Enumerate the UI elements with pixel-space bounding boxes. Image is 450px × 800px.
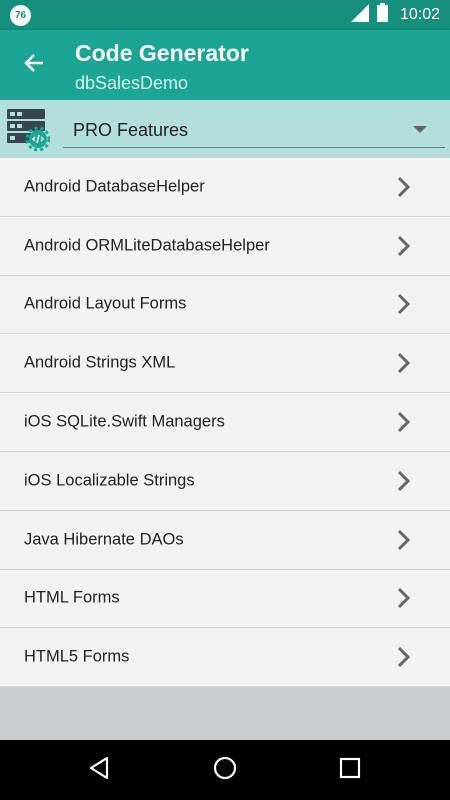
list-item[interactable]: HTML5 Forms	[0, 628, 450, 688]
chevron-right-icon	[396, 175, 412, 199]
dropdown-arrow-icon	[413, 126, 427, 133]
back-arrow-icon	[23, 52, 45, 79]
status-time: 10:02	[399, 6, 440, 23]
chevron-right-icon	[396, 586, 412, 610]
list-item-label: HTML5 Forms	[24, 647, 130, 666]
chevron-right-icon	[396, 528, 412, 552]
list-item-label: Android Layout Forms	[24, 294, 187, 313]
list-item[interactable]: HTML Forms	[0, 569, 450, 629]
list-item[interactable]: Android ORMLiteDatabaseHelper	[0, 216, 450, 276]
back-triangle-icon	[88, 756, 110, 785]
chevron-right-icon	[396, 292, 412, 316]
list-item[interactable]: iOS Localizable Strings	[0, 451, 450, 511]
chevron-right-icon	[396, 469, 412, 493]
list-item[interactable]: iOS SQLite.Swift Managers	[0, 393, 450, 452]
chevron-right-icon	[396, 351, 412, 375]
back-button[interactable]	[16, 47, 52, 83]
generator-list: Android DatabaseHelper Android ORMLiteDa…	[0, 158, 450, 688]
nav-home-button[interactable]	[209, 754, 241, 786]
list-item[interactable]: Java Hibernate DAOs	[0, 510, 450, 570]
home-circle-icon	[213, 756, 237, 785]
chevron-right-icon	[396, 410, 412, 434]
feature-selector-bar: PRO Features	[0, 100, 450, 158]
notification-badge: 76	[10, 5, 31, 26]
status-bar: 76 10:02	[0, 0, 450, 30]
list-item[interactable]: Android DatabaseHelper	[0, 158, 450, 217]
list-item-label: HTML Forms	[24, 588, 120, 607]
status-icons: 10:02	[350, 3, 440, 27]
page-title: Code Generator	[75, 40, 249, 66]
database-settings-icon	[6, 107, 51, 152]
page-subtitle: dbSalesDemo	[75, 73, 189, 93]
list-item[interactable]: Android Strings XML	[0, 334, 450, 394]
chevron-right-icon	[396, 234, 412, 258]
list-item-label: iOS Localizable Strings	[24, 471, 195, 490]
nav-recents-button[interactable]	[334, 754, 366, 786]
list-item-label: Java Hibernate DAOs	[24, 530, 184, 549]
feature-dropdown[interactable]: PRO Features	[63, 108, 445, 148]
dropdown-selected-value: PRO Features	[73, 120, 189, 140]
list-item-label: Android Strings XML	[24, 353, 176, 372]
list-item-label: iOS SQLite.Swift Managers	[24, 412, 225, 431]
chevron-right-icon	[396, 645, 412, 669]
list-item[interactable]: Android Layout Forms	[0, 275, 450, 335]
list-item-label: Android ORMLiteDatabaseHelper	[24, 236, 270, 255]
battery-icon	[376, 3, 388, 27]
system-navigation-bar	[0, 740, 450, 800]
list-item-label: Android DatabaseHelper	[24, 177, 205, 196]
nav-back-button[interactable]	[83, 754, 115, 786]
app-bar: Code Generator dbSalesDemo	[0, 30, 450, 100]
signal-icon	[350, 3, 369, 27]
recents-square-icon	[339, 757, 361, 784]
